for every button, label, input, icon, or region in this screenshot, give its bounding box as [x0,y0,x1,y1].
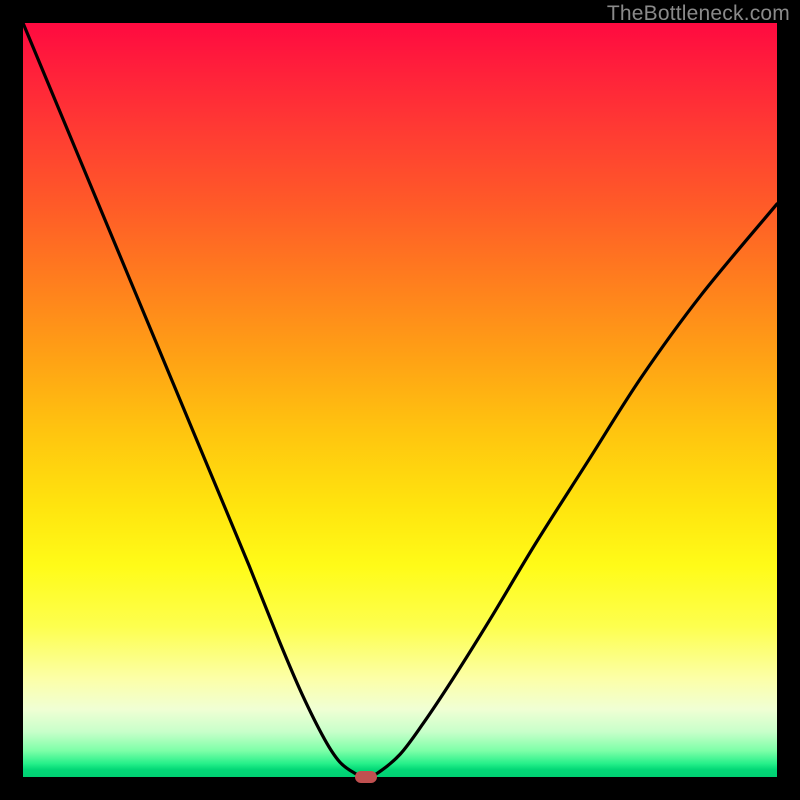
plot-area [23,23,777,777]
watermark-text: TheBottleneck.com [607,2,790,26]
bottleneck-curve [23,23,777,777]
chart-frame: TheBottleneck.com [0,0,800,800]
optimal-point-marker [355,771,377,783]
